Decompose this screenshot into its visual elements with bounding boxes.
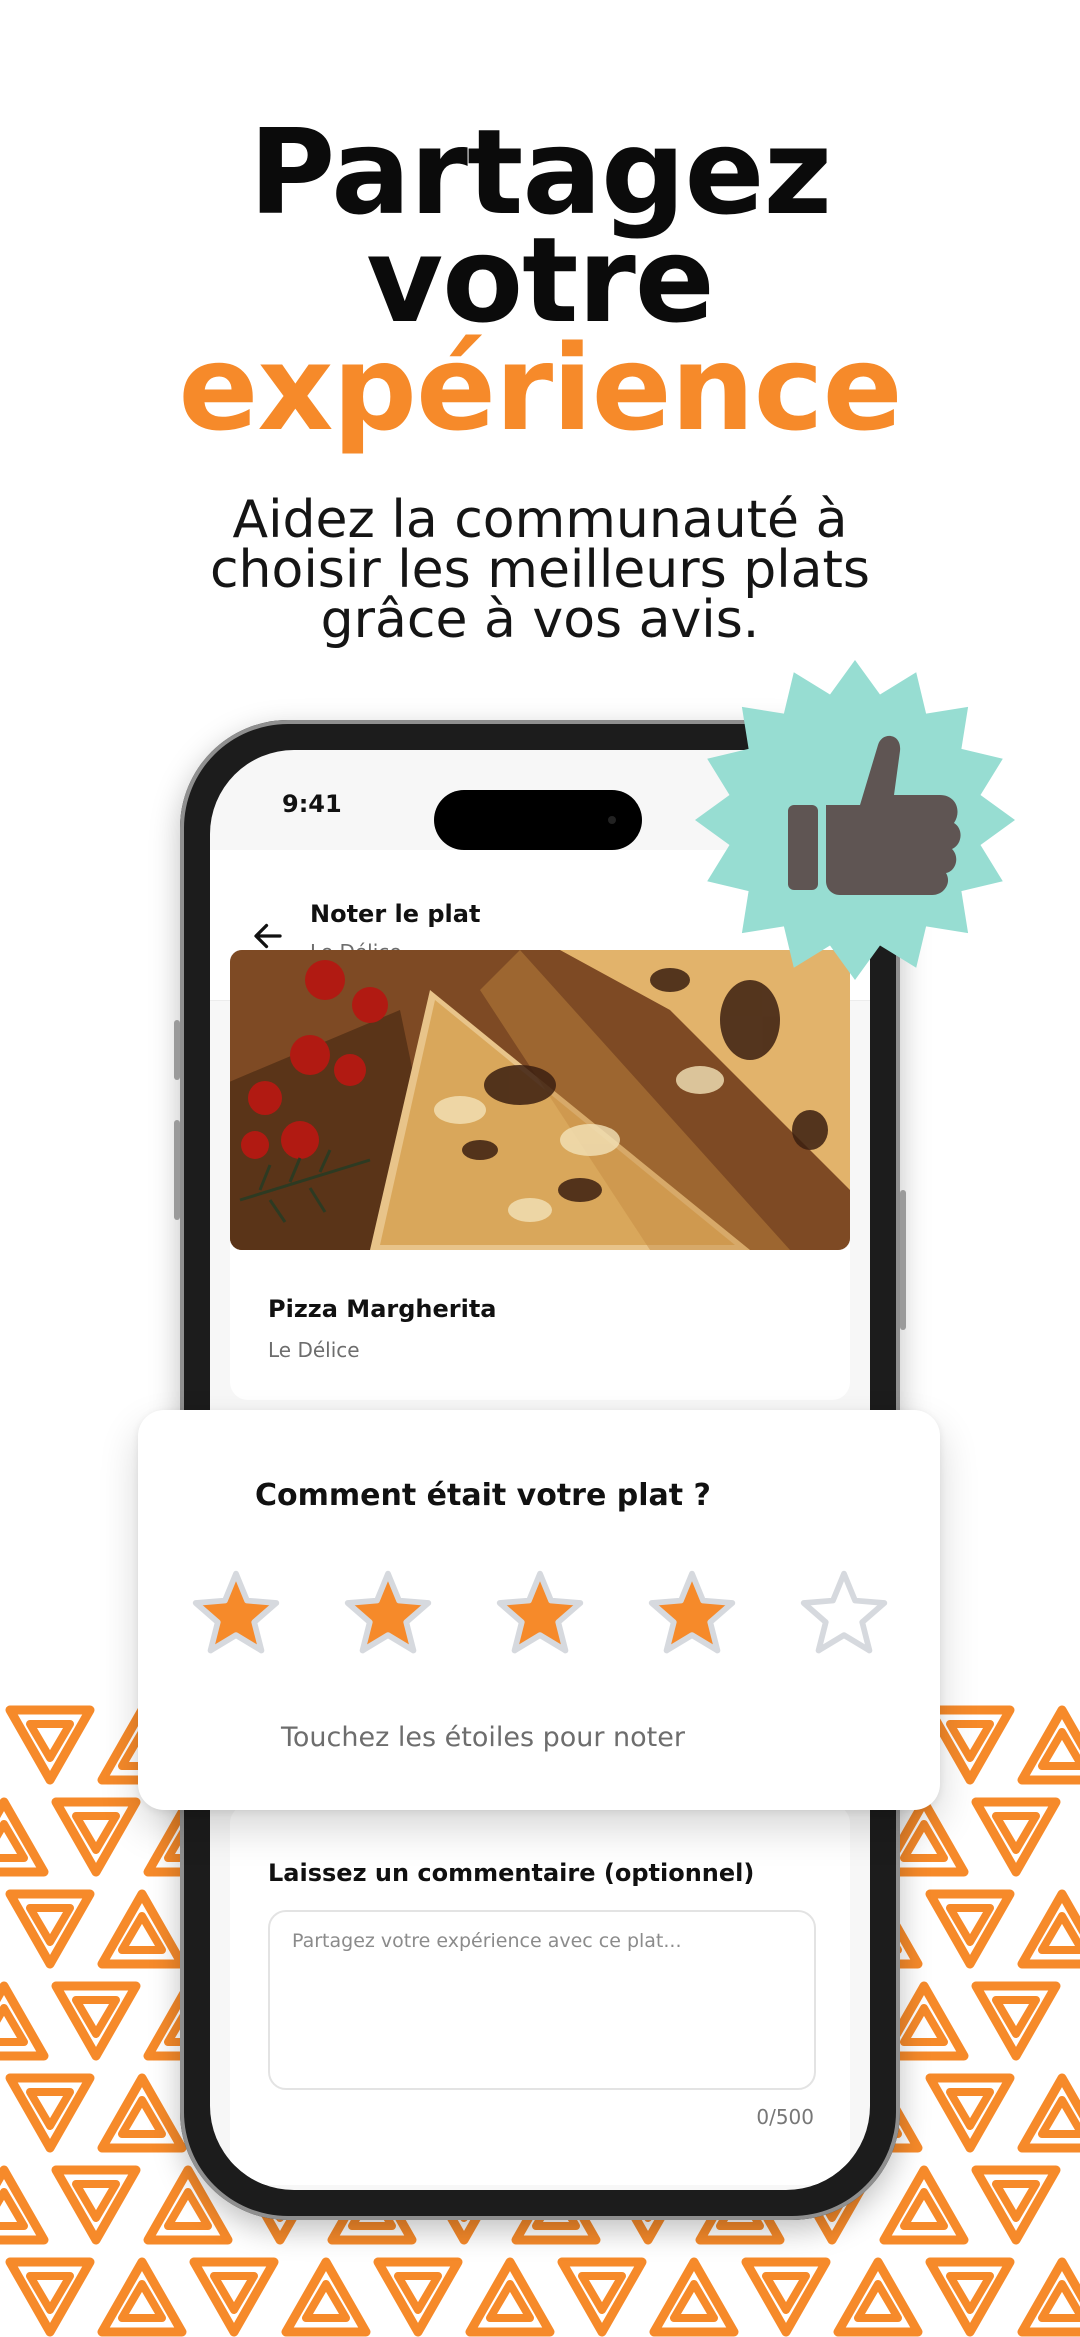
pattern-triangle [286,2262,366,2332]
pattern-triangle [10,2262,90,2332]
pattern-triangle [1022,1894,1080,1964]
pattern-triangle [838,2262,918,2332]
headline-line-2: votre [366,211,715,349]
comment-textarea[interactable] [268,1910,816,2090]
page-title: Noter le plat [310,900,481,928]
pattern-triangle [10,1894,90,1964]
pattern-triangle [654,2262,734,2332]
pattern-triangle [930,1894,1010,1964]
star-rating [188,1566,888,1666]
pattern-triangle [1022,1710,1080,1780]
rating-question: Comment était votre plat ? [255,1478,711,1513]
pattern-triangle [0,1802,44,1872]
pattern-triangle [56,1802,136,1872]
pattern-triangle [378,2262,458,2332]
pattern-triangle [1022,2262,1080,2332]
pattern-triangle [930,2262,1010,2332]
pattern-triangle [976,1986,1056,2056]
dish-restaurant: Le Délice [268,1338,360,1362]
pattern-triangle [976,2170,1056,2240]
pattern-triangle [194,2262,274,2332]
comment-card: Laissez un commentaire (optionnel) 0/500 [230,1805,850,2185]
pattern-triangle [56,2170,136,2240]
pattern-triangle [0,1986,44,2056]
star-3-icon[interactable] [492,1566,588,1662]
back-arrow-icon[interactable] [250,918,286,954]
phone-button [174,1020,180,1080]
pattern-triangle [930,2078,1010,2148]
thumbs-up-badge-icon [695,660,1015,980]
star-2-icon[interactable] [340,1566,436,1662]
pattern-triangle [56,1986,136,2056]
phone-button [174,1120,180,1220]
character-counter: 0/500 [756,2105,814,2129]
dynamic-island [434,790,642,850]
star-4-icon[interactable] [644,1566,740,1662]
comment-label: Laissez un commentaire (optionnel) [268,1859,755,1887]
pattern-triangle [10,1710,90,1780]
pattern-triangle [884,2170,964,2240]
pattern-triangle [102,2262,182,2332]
headline-line-1: Partagez [248,103,832,241]
rating-card: Comment était votre plat ? Touchez les é… [138,1410,940,1810]
pattern-triangle [562,2262,642,2332]
pattern-triangle [976,1802,1056,1872]
hero-subtitle: Aidez la communauté à choisir les meille… [209,490,871,650]
pattern-triangle [470,2262,550,2332]
phone-button [900,1190,906,1330]
dish-name: Pizza Margherita [268,1295,497,1323]
pattern-triangle [930,1710,1010,1780]
pattern-triangle [0,2170,44,2240]
headline-line-3: expérience [178,319,902,457]
pattern-triangle [746,2262,826,2332]
pattern-triangle [102,2078,182,2148]
camera-dot [608,816,616,824]
pizza-photo [230,950,850,1250]
pattern-triangle [1022,2078,1080,2148]
rating-hint: Touchez les étoiles pour noter [281,1722,685,1753]
star-1-icon[interactable] [188,1566,284,1662]
pattern-triangle [102,1894,182,1964]
pattern-triangle [10,2078,90,2148]
star-5-icon[interactable] [796,1566,892,1662]
status-time: 9:41 [282,790,342,818]
hero-headline: Partagez votre expérience [0,103,1080,457]
dish-card: Pizza Margherita Le Délice [230,950,850,1400]
